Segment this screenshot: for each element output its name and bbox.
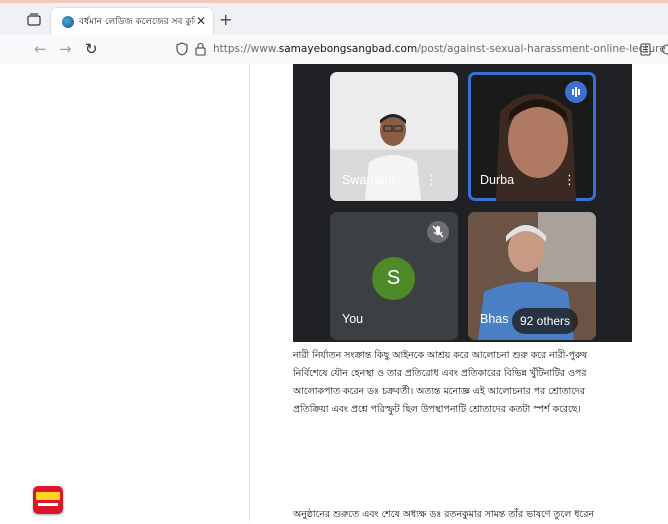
article-line: নারী নির্যাতন সংক্রান্ত কিছু আইনকে আশ্রয… — [293, 347, 623, 365]
article-paragraph: অনুষ্ঠানের শুরুতে এবং শেষে অধ্যক্ষ ডঃ রত… — [293, 506, 623, 524]
forward-arrow-icon[interactable]: → — [59, 41, 72, 57]
participant-tile-4: Bhas 92 others — [468, 212, 596, 340]
more-options-icon[interactable]: ⋮ — [425, 175, 438, 187]
participant-tile-3: S You — [330, 212, 458, 340]
url-path: /post/against-sexual-harassment-online-l… — [417, 43, 666, 55]
article-line: আলোকপাত করেন ডঃ চক্রবর্তী। অত্যন্ত মনোজ্… — [293, 383, 623, 401]
participant-tile-1: Swarnam... ⋮ — [330, 72, 458, 201]
participant-name: Durba — [480, 173, 514, 187]
tab-overview-icon[interactable] — [27, 13, 41, 26]
sidebar-divider — [249, 64, 250, 521]
close-icon[interactable]: ✕ — [196, 14, 206, 28]
article-line: নির্বিশেষে যৌন হেনস্থা ও তার প্রতিরোধ এব… — [293, 365, 623, 383]
site-logo[interactable] — [33, 486, 63, 514]
lock-icon[interactable] — [195, 42, 206, 56]
tab-bar: বর্ধমান লেডিজ কলেজের সব কুলিশের প্রতিনিধ… — [0, 3, 668, 35]
others-count-badge[interactable]: 92 others — [512, 308, 578, 334]
participant-name: Swarnam... — [342, 173, 405, 187]
article-paragraph: নারী নির্যাতন সংক্রান্ত কিছু আইনকে আশ্রয… — [293, 347, 623, 419]
url-domain: samayebongsangbad.com — [279, 43, 417, 55]
mic-off-icon[interactable] — [427, 221, 449, 243]
navigation-bar: ← → ↻ https://www.samayebongsangbad.com/… — [0, 35, 668, 64]
tab-title: বর্ধমান লেডিজ কলেজের সব কুলিশের প্রতিনিধ… — [79, 15, 195, 29]
reload-icon[interactable]: ↻ — [85, 41, 98, 57]
participant-name: You — [342, 312, 363, 326]
active-tab[interactable]: বর্ধমান লেডিজ কলেজের সব কুলিশের প্রতিনিধ… — [51, 8, 213, 36]
avatar: S — [372, 257, 415, 300]
url-prefix: https://www. — [213, 43, 279, 55]
address-bar[interactable]: https://www.samayebongsangbad.com/post/a… — [213, 43, 666, 56]
favicon-icon — [62, 16, 74, 28]
article-line: প্রতিক্রিয়া এবং প্রশ্নে পরিস্ফুট ছিল উপ… — [293, 401, 623, 419]
shield-icon[interactable] — [176, 42, 188, 56]
more-options-icon[interactable]: ⋮ — [563, 175, 576, 187]
back-arrow-icon[interactable]: ← — [34, 41, 47, 57]
extension-icon[interactable] — [660, 43, 668, 56]
reader-view-icon[interactable] — [640, 43, 651, 56]
speaking-icon — [565, 81, 587, 103]
participant-tile-2: Durba ⋮ — [468, 72, 596, 201]
plus-icon[interactable]: + — [219, 12, 232, 28]
participant-name: Bhas — [480, 312, 509, 326]
